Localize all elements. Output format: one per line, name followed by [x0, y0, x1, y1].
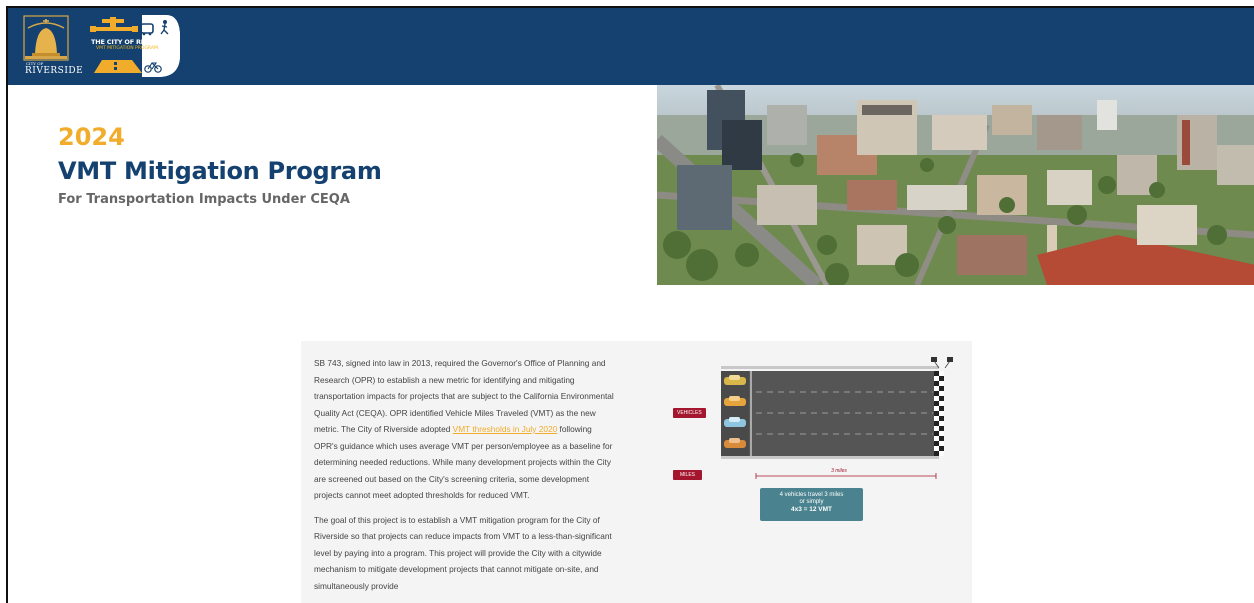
hero-year: 2024 [58, 123, 125, 151]
program-logo-title: THE CITY OF RIVERSIDE [91, 38, 174, 46]
page-frame: CITY OF RIVERSIDE THE CITY OF RIVERSIDE … [6, 6, 1254, 603]
vmt-thresholds-link[interactable]: VMT thresholds in July 2020 [453, 424, 558, 434]
callout-line-2: or simply [799, 499, 824, 505]
site-header: CITY OF RIVERSIDE THE CITY OF RIVERSIDE … [8, 8, 1254, 85]
intro-paragraph-1: SB 743, signed into law in 2013, require… [314, 355, 614, 504]
vmt-diagram: 3 miles VEHICLES MILES 4 vehicles travel… [671, 355, 971, 525]
vmt-callout: 4 vehicles travel 3 miles or simply 4x3 … [760, 488, 863, 521]
riverside-wordmark: RIVERSIDE [25, 66, 84, 76]
hero-city-aerial-image [657, 85, 1254, 285]
vehicles-label: VEHICLES [673, 408, 706, 418]
intro-paragraph-1-end: following OPR's guidance which uses aver… [314, 424, 613, 500]
finish-line [934, 371, 944, 456]
bell-icon [23, 15, 69, 61]
program-logo-subtitle: VMT MITIGATION PROGRAM [96, 46, 158, 51]
aerial-city-photo [657, 85, 1254, 285]
city-of-riverside-logo[interactable]: CITY OF RIVERSIDE [20, 14, 83, 78]
distance-label: 3 miles [831, 468, 847, 474]
intro-paragraph-1-start: SB 743, signed into law in 2013, require… [314, 358, 614, 434]
content-panel: SB 743, signed into law in 2013, require… [301, 341, 972, 603]
intro-paragraph-2: The goal of this project is to establish… [314, 514, 612, 591]
intro-text: SB 743, signed into law in 2013, require… [314, 355, 614, 602]
vmt-program-logo[interactable]: THE CITY OF RIVERSIDE VMT MITIGATION PRO… [88, 15, 180, 77]
callout-formula: 4x3 = 12 VMT [790, 506, 832, 513]
page-subtitle: For Transportation Impacts Under CEQA [58, 192, 350, 207]
callout-line-1: 4 vehicles travel 3 miles [779, 492, 844, 498]
page-title: VMT Mitigation Program [58, 157, 382, 185]
miles-label: MILES [673, 470, 703, 480]
